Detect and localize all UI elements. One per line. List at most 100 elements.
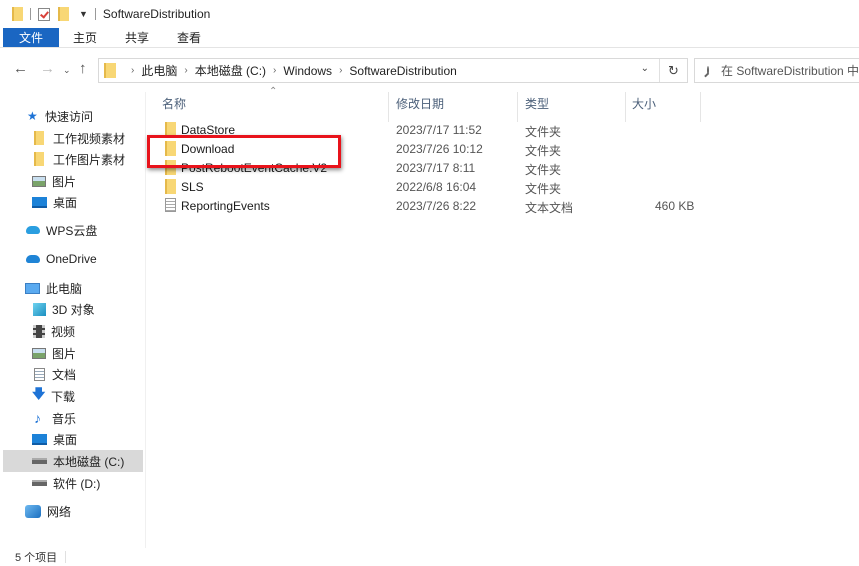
tab-file[interactable]: 文件 — [3, 28, 60, 47]
sidebar-item-label: 本地磁盘 (C:) — [53, 454, 125, 469]
sidebar-item-desktop[interactable]: 桌面 — [32, 191, 77, 213]
sidebar-item-videos[interactable]: 视频 — [33, 320, 75, 342]
column-header-size[interactable]: 大小 — [632, 88, 656, 118]
download-icon: 🡇 — [32, 386, 46, 401]
pictures-icon — [32, 175, 46, 187]
breadcrumb-windows[interactable]: Windows — [283, 64, 332, 78]
sidebar-item-this-pc[interactable]: 此电脑 — [25, 277, 82, 299]
sidebar-item-local-disk-c[interactable]: 本地磁盘 (C:) — [3, 450, 143, 472]
file-row-datastore[interactable]: DataStore 2023/7/17 11:52 文件夹 — [147, 121, 707, 140]
file-date: 2023/7/17 11:52 — [396, 123, 482, 137]
divider — [30, 8, 31, 20]
recent-locations-button[interactable]: ⌄ — [63, 65, 71, 76]
sidebar-item-wps-cloud[interactable]: WPS云盘 — [26, 219, 97, 241]
column-divider[interactable] — [388, 92, 389, 122]
sidebar-item-work-videos[interactable]: 工作视频素材 — [34, 127, 125, 149]
folder-icon — [34, 152, 44, 166]
chevron-right-icon[interactable]: › — [339, 65, 342, 76]
customize-quick-access-icon[interactable]: ▼ — [79, 9, 88, 19]
search-placeholder: 在 SoftwareDistribution 中搜索 — [721, 64, 859, 78]
star-icon: ★ — [27, 109, 38, 123]
file-date: 2023/7/17 8:11 — [396, 161, 476, 175]
forward-button[interactable]: → — [40, 60, 55, 77]
column-divider[interactable] — [700, 92, 701, 122]
file-date: 2023/7/26 8:22 — [396, 199, 477, 213]
sidebar-item-documents[interactable]: 文档 — [34, 363, 76, 385]
search-input[interactable]: 在 SoftwareDistribution 中搜索 — [694, 58, 859, 83]
sidebar-item-pictures-pc[interactable]: 图片 — [32, 342, 76, 364]
sidebar-item-label: 桌面 — [53, 195, 78, 210]
file-list: ⌃ 名称 修改日期 类型 大小 DataStore 2023/7/17 11:5… — [147, 84, 859, 548]
sidebar-item-onedrive[interactable]: OneDrive — [26, 248, 97, 270]
navigation-pane: ★ 快速访问 工作视频素材 工作图片素材 图片 桌面 WPS云盘 OneDriv… — [0, 92, 146, 548]
file-name: DataStore — [181, 123, 236, 137]
file-type: 文件夹 — [525, 144, 562, 158]
properties-icon[interactable] — [38, 7, 50, 21]
address-bar[interactable]: › 此电脑 › 本地磁盘 (C:) › Windows › SoftwareDi… — [98, 58, 688, 83]
sidebar-item-label: 桌面 — [53, 432, 78, 447]
sidebar-item-label: 快速访问 — [45, 109, 94, 124]
sidebar-item-software-d[interactable]: 软件 (D:) — [32, 472, 100, 494]
item-count: 5 个项目 — [15, 552, 58, 564]
sidebar-item-desktop-pc[interactable]: 桌面 — [32, 428, 77, 450]
sidebar-item-label: 图片 — [52, 346, 77, 361]
3d-objects-icon — [33, 302, 46, 316]
file-date: 2022/6/8 16:04 — [396, 180, 477, 194]
tab-view[interactable]: 查看 — [163, 28, 215, 47]
sidebar-item-quick-access[interactable]: ★ 快速访问 — [27, 105, 93, 127]
folder-icon — [165, 179, 176, 194]
chevron-right-icon[interactable]: › — [131, 65, 134, 76]
cloud-icon — [26, 255, 40, 263]
divider — [94, 8, 96, 20]
sort-ascending-icon: ⌃ — [269, 86, 278, 97]
sidebar-item-network[interactable]: 网络 — [25, 500, 71, 522]
chevron-down-icon[interactable]: ⌄ — [641, 63, 649, 74]
documents-icon — [34, 367, 45, 381]
sidebar-item-downloads[interactable]: 🡇 下载 — [32, 385, 75, 407]
tab-share[interactable]: 共享 — [111, 28, 163, 47]
drive-icon — [32, 458, 47, 464]
sidebar-item-label: 工作视频素材 — [53, 131, 126, 146]
sidebar-item-3d-objects[interactable]: 3D 对象 — [33, 298, 95, 320]
drive-icon — [32, 480, 47, 486]
chevron-right-icon[interactable]: › — [273, 65, 276, 76]
network-icon — [25, 504, 41, 518]
file-name: SLS — [181, 180, 204, 194]
folder-icon — [34, 131, 44, 145]
refresh-button[interactable]: ↻ — [659, 59, 687, 82]
sidebar-item-label: 视频 — [51, 324, 76, 339]
music-icon: ♪ — [34, 410, 41, 426]
column-header-date[interactable]: 修改日期 — [396, 88, 444, 118]
column-divider[interactable] — [625, 92, 626, 122]
desktop-icon — [32, 433, 47, 445]
cloud-icon — [26, 226, 40, 234]
column-header-name[interactable]: 名称 — [162, 88, 186, 118]
file-row-reportingevents[interactable]: ReportingEvents 2023/7/26 8:22 文本文档 460 … — [147, 197, 707, 216]
sidebar-item-label: 3D 对象 — [52, 302, 95, 317]
up-button[interactable]: ↑ — [79, 60, 87, 77]
file-row-sls[interactable]: SLS 2022/6/8 16:04 文件夹 — [147, 178, 707, 197]
new-folder-icon[interactable] — [58, 7, 69, 21]
column-header-type[interactable]: 类型 — [525, 88, 549, 118]
file-name: Download — [181, 142, 235, 156]
folder-icon — [165, 141, 176, 156]
video-icon — [33, 324, 45, 338]
text-file-icon — [165, 198, 176, 212]
back-button[interactable]: ← — [13, 60, 28, 77]
sidebar-item-pictures[interactable]: 图片 — [32, 170, 76, 192]
sidebar-item-work-images[interactable]: 工作图片素材 — [34, 148, 125, 170]
sidebar-item-label: WPS云盘 — [46, 223, 98, 238]
sidebar-item-music[interactable]: ♪ 音乐 — [34, 407, 76, 429]
breadcrumb-this-pc[interactable]: 此电脑 — [141, 62, 177, 79]
file-type: 文件夹 — [525, 125, 562, 139]
sidebar-item-label: 下载 — [51, 389, 76, 404]
chevron-right-icon[interactable]: › — [184, 65, 187, 76]
file-row-postrebooteventcache[interactable]: PostRebootEventCache.V2 2023/7/17 8:11 文… — [147, 159, 707, 178]
breadcrumb-softwaredistribution[interactable]: SoftwareDistribution — [349, 64, 456, 78]
tab-home[interactable]: 主页 — [59, 28, 111, 47]
file-type: 文本文档 — [525, 201, 574, 215]
file-name: PostRebootEventCache.V2 — [181, 161, 328, 175]
file-row-download[interactable]: Download 2023/7/26 10:12 文件夹 — [147, 140, 707, 159]
breadcrumb-local-disk-c[interactable]: 本地磁盘 (C:) — [195, 62, 266, 79]
column-divider[interactable] — [517, 92, 518, 122]
